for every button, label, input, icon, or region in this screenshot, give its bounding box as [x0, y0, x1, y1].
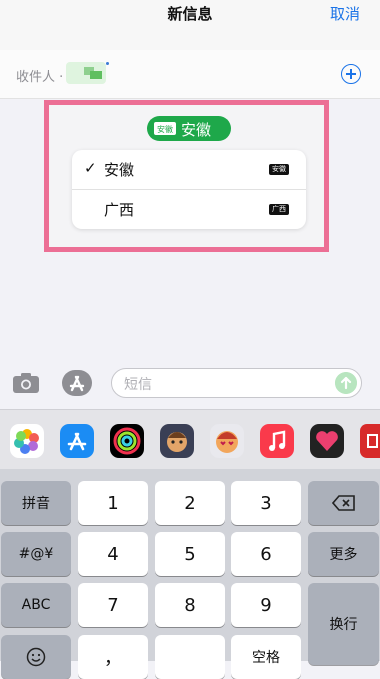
- camera-icon[interactable]: [12, 372, 40, 394]
- key-0[interactable]: [155, 635, 225, 679]
- delete-key[interactable]: [308, 481, 379, 525]
- space-key[interactable]: 空格: [231, 635, 301, 679]
- sim-menu: ✓ 安徽 安徽 广西 广西: [72, 150, 306, 229]
- return-key[interactable]: 换行: [308, 583, 379, 665]
- emoji-key[interactable]: [1, 635, 71, 679]
- send-arrow-icon[interactable]: [335, 372, 357, 394]
- key-8[interactable]: 8: [155, 583, 225, 627]
- keyboard: 拼音 1 2 3 #@¥ 4 5 6 更多 ABC 7 8 9 换行 ， 空格: [0, 469, 380, 679]
- photos-app-icon[interactable]: [10, 424, 44, 458]
- nav-bar: 新信息 取消: [0, 0, 380, 50]
- sim-card-icon: 安徽: [269, 164, 289, 175]
- recipient-bar[interactable]: 收件人 ·: [0, 50, 380, 99]
- key-4[interactable]: 4: [78, 532, 148, 576]
- key-5[interactable]: 5: [155, 532, 225, 576]
- more-apps-icon[interactable]: [360, 424, 380, 458]
- key-9[interactable]: 9: [231, 583, 301, 627]
- activity-app-icon[interactable]: [110, 424, 144, 458]
- key-6[interactable]: 6: [231, 532, 301, 576]
- music-app-icon[interactable]: [260, 424, 294, 458]
- emoji-icon: [26, 647, 46, 667]
- sim-badge-icon: 安徽: [154, 122, 176, 135]
- symbols-key[interactable]: #@¥: [1, 532, 71, 576]
- sim-option-label: 广西: [104, 201, 135, 219]
- sim-card-icon: 广西: [269, 204, 289, 215]
- key-2[interactable]: 2: [155, 481, 225, 525]
- page-title: 新信息: [167, 5, 213, 23]
- sim-selected-label: 安徽: [181, 121, 212, 139]
- memoji-app-icon[interactable]: [160, 424, 194, 458]
- checkmark-icon: ✓: [84, 159, 97, 177]
- add-contact-button[interactable]: [341, 64, 361, 84]
- imessage-app-strip: [0, 409, 380, 470]
- sim-option-anhui[interactable]: ✓ 安徽 安徽: [72, 150, 306, 190]
- recipient-label: 收件人 ·: [16, 70, 64, 85]
- sim-option-guangxi[interactable]: 广西 广西: [72, 190, 306, 229]
- memoji-stickers-app-icon[interactable]: [210, 424, 244, 458]
- app-store-app-icon[interactable]: [60, 424, 94, 458]
- sim-option-label: 安徽: [104, 161, 135, 179]
- sim-selector-pill[interactable]: 安徽 安徽: [147, 116, 231, 141]
- more-key[interactable]: 更多: [308, 532, 379, 576]
- app-store-icon[interactable]: [60, 369, 94, 397]
- recipient-separator-dot: [106, 62, 109, 65]
- message-input[interactable]: 短信: [111, 368, 362, 398]
- message-placeholder: 短信: [124, 377, 152, 393]
- delete-backspace-icon: [331, 495, 355, 511]
- key-3[interactable]: 3: [231, 481, 301, 525]
- key-1[interactable]: 1: [78, 481, 148, 525]
- key-7[interactable]: 7: [78, 583, 148, 627]
- cancel-button[interactable]: 取消: [330, 3, 360, 24]
- comma-key[interactable]: ，: [78, 635, 148, 679]
- pinyin-key[interactable]: 拼音: [1, 481, 71, 525]
- recipient-chip[interactable]: [66, 62, 106, 84]
- digital-touch-app-icon[interactable]: [310, 424, 344, 458]
- abc-key[interactable]: ABC: [1, 583, 71, 627]
